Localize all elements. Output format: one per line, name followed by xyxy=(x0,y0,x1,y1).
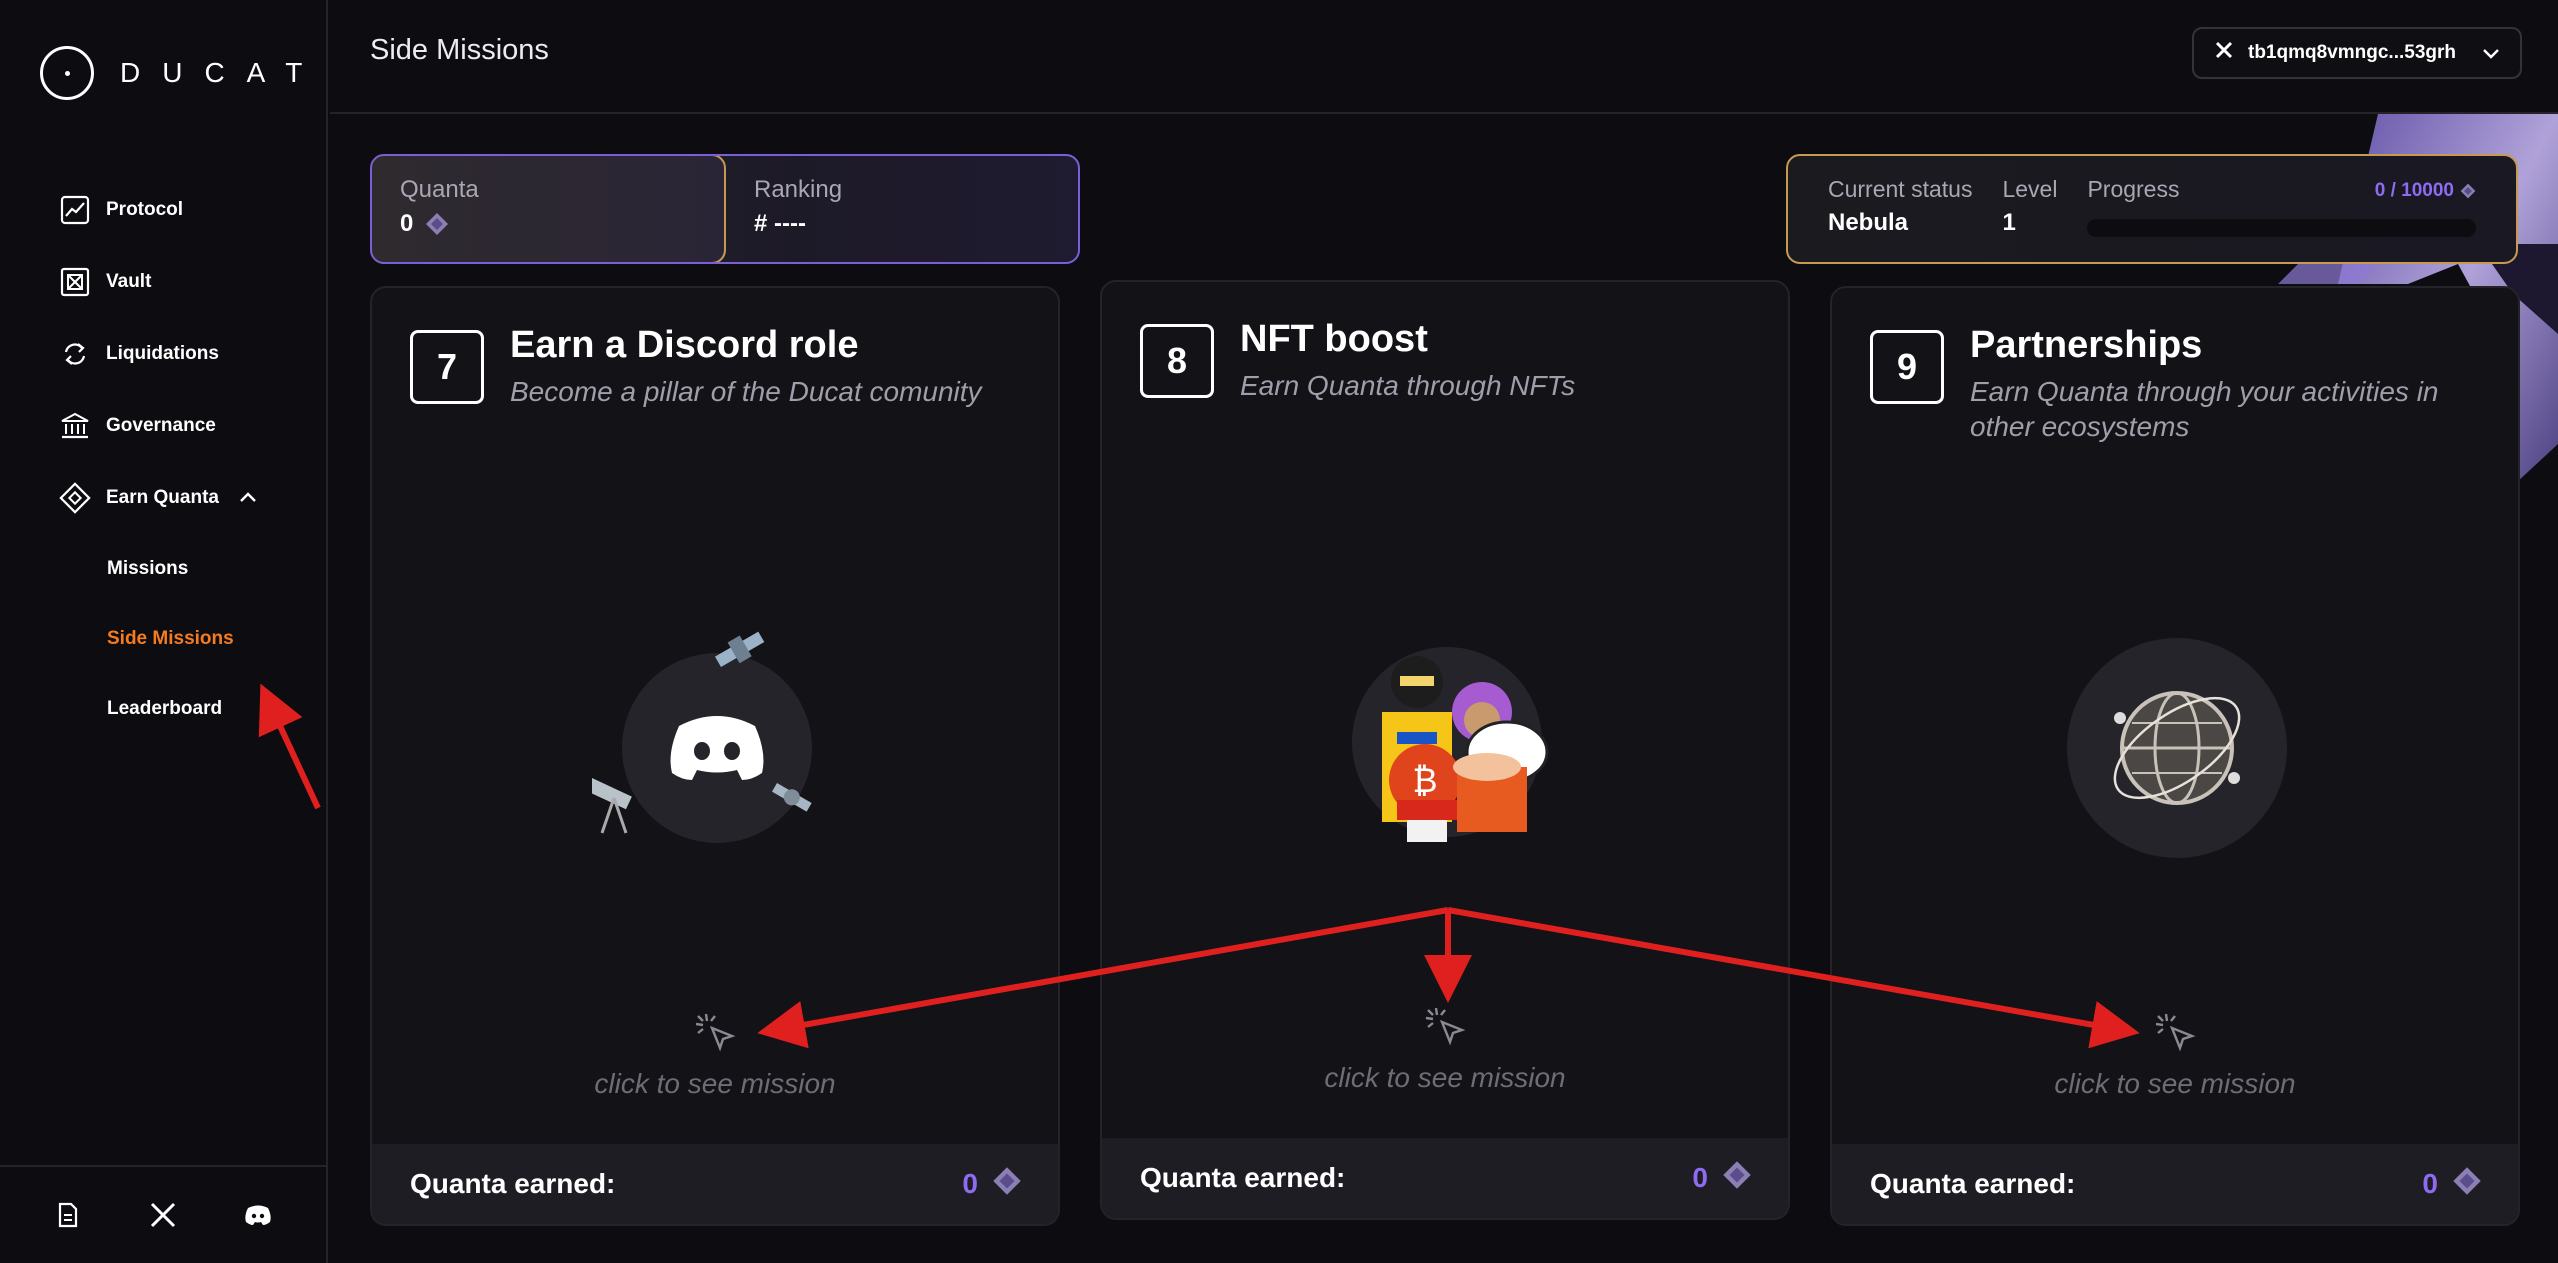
earn-quanta-subnav: Missions Side Missions Leaderboard xyxy=(107,558,234,768)
quanta-value-text: 0 xyxy=(400,210,414,237)
sidebar-item-label: Liquidations xyxy=(106,343,219,364)
pointer-click-icon xyxy=(2152,1008,2200,1056)
progress-count-text: 0 / 10000 xyxy=(2374,180,2454,201)
refresh-icon xyxy=(58,337,92,371)
chevron-up-icon[interactable] xyxy=(239,487,257,509)
see-mission-cta[interactable]: click to see mission xyxy=(372,1068,1058,1100)
chevron-down-icon xyxy=(2482,43,2500,65)
mission-card-nft-boost[interactable]: 8 NFT boost Earn Quanta through NFTs ₿ c… xyxy=(1100,280,1790,1220)
sidebar-item-liquidations[interactable]: Liquidations xyxy=(58,336,257,372)
quanta-gem-icon xyxy=(425,212,449,236)
diamond-icon xyxy=(58,481,92,515)
quanta-earned-footer: Quanta earned: 0 xyxy=(1102,1138,1788,1218)
sidebar-item-label: Governance xyxy=(106,415,216,436)
sidebar-subitem-missions[interactable]: Missions xyxy=(107,558,234,594)
level-label: Level xyxy=(2002,176,2058,202)
progress: Progress 0 / 10000 xyxy=(2087,176,2476,242)
quanta-earned-number: 0 xyxy=(1692,1162,1708,1193)
mission-subtitle: Earn Quanta through NFTs xyxy=(1240,370,1576,401)
quanta-gem-icon xyxy=(1722,1160,1752,1197)
mission-card-partnerships[interactable]: 9 Partnerships Earn Quanta through your … xyxy=(1830,286,2520,1226)
chart-line-icon xyxy=(58,193,92,227)
mission-title: Earn a Discord role xyxy=(510,324,859,366)
document-icon[interactable] xyxy=(50,1197,86,1233)
sidebar-item-governance[interactable]: Governance xyxy=(58,408,257,444)
progress-count: 0 / 10000 xyxy=(2375,180,2476,202)
mission-number: 7 xyxy=(410,330,484,404)
progress-gem-icon xyxy=(2460,183,2476,199)
pointer-click-icon xyxy=(692,1008,740,1056)
main-nav: Protocol Vault Liquidations Governance E… xyxy=(58,192,257,552)
status-label: Current status xyxy=(1828,176,1973,202)
sidebar-item-label: Earn Quanta xyxy=(106,487,219,508)
mission-subtitle: Become a pillar of the Ducat comunity xyxy=(510,376,982,407)
vault-icon xyxy=(58,265,92,299)
mission-card-discord-role[interactable]: 7 Earn a Discord role Become a pillar of… xyxy=(370,286,1060,1226)
wallet-address: tb1qmq8vmngc...53grh xyxy=(2248,42,2456,63)
see-mission-cta[interactable]: click to see mission xyxy=(1832,1068,2518,1100)
current-status: Current status Nebula xyxy=(1828,176,1972,242)
quanta-earned-number: 0 xyxy=(2422,1168,2438,1199)
svg-text:₿: ₿ xyxy=(1412,761,1437,801)
mission-number: 9 xyxy=(1870,330,1944,404)
bank-icon xyxy=(58,409,92,443)
mission-title: Partnerships xyxy=(1970,324,2203,366)
quanta-earned-label: Quanta earned: xyxy=(1870,1168,2076,1199)
mission-number: 8 xyxy=(1140,324,1214,398)
sidebar-item-label: Vault xyxy=(106,271,152,292)
status-value: Nebula xyxy=(1828,209,1909,236)
ranking-label: Ranking xyxy=(754,176,843,203)
quanta-earned-value: 0 xyxy=(2422,1166,2482,1203)
discord-mission-illustration xyxy=(586,608,842,858)
pointer-click-icon xyxy=(1422,1002,1470,1050)
partnerships-globe-illustration xyxy=(2052,608,2302,858)
level-value: 1 xyxy=(2002,209,2016,236)
ducat-logo[interactable]: DUCAT xyxy=(40,46,324,100)
sidebar-subitem-side-missions[interactable]: Side Missions xyxy=(107,628,234,664)
wallet-x-icon xyxy=(2214,40,2234,66)
logo-text: DUCAT xyxy=(120,57,325,88)
page-title: Side Missions xyxy=(370,34,549,66)
ranking-stat: Ranking # ---- xyxy=(726,156,1078,262)
status-panel: Current status Nebula Level 1 Progress 0… xyxy=(1786,154,2518,264)
quanta-label: Quanta xyxy=(400,176,479,203)
quanta-gem-icon xyxy=(2452,1166,2482,1203)
level: Level 1 xyxy=(2002,176,2057,242)
sidebar-item-earn-quanta[interactable]: Earn Quanta xyxy=(58,480,257,516)
top-header: Side Missions tb1qmq8vmngc...53grh xyxy=(330,0,2558,114)
mission-subtitle: Earn Quanta through your activities in o… xyxy=(1970,376,2439,442)
wallet-dropdown[interactable]: tb1qmq8vmngc...53grh xyxy=(2192,27,2522,79)
quanta-earned-footer: Quanta earned: 0 xyxy=(372,1144,1058,1224)
quanta-earned-number: 0 xyxy=(962,1168,978,1199)
sidebar-subitem-leaderboard[interactable]: Leaderboard xyxy=(107,698,234,734)
sidebar-item-protocol[interactable]: Protocol xyxy=(58,192,257,228)
discord-icon[interactable] xyxy=(240,1197,276,1233)
nft-collage-illustration: ₿ xyxy=(1322,602,1572,852)
quanta-earned-value: 0 xyxy=(1692,1160,1752,1197)
quanta-earned-footer: Quanta earned: 0 xyxy=(1832,1144,2518,1224)
ranking-value: # ---- xyxy=(754,210,806,237)
sidebar-item-vault[interactable]: Vault xyxy=(58,264,257,300)
sidebar-footer xyxy=(0,1165,326,1263)
see-mission-cta[interactable]: click to see mission xyxy=(1102,1062,1788,1094)
quanta-ranking-panel: Quanta 0 Ranking # ---- xyxy=(370,154,1080,264)
ducat-logo-icon xyxy=(40,46,94,100)
x-icon[interactable] xyxy=(145,1197,181,1233)
quanta-earned-label: Quanta earned: xyxy=(1140,1162,1346,1193)
sidebar: DUCAT Protocol Vault Liquidations Govern… xyxy=(0,0,328,1263)
quanta-earned-value: 0 xyxy=(962,1166,1022,1203)
mission-title: NFT boost xyxy=(1240,318,1428,360)
quanta-stat: Quanta 0 xyxy=(372,156,726,262)
quanta-earned-label: Quanta earned: xyxy=(410,1168,616,1199)
sidebar-item-label: Protocol xyxy=(106,199,184,220)
progress-bar xyxy=(2087,219,2476,237)
quanta-gem-icon xyxy=(992,1166,1022,1203)
quanta-value: 0 xyxy=(400,210,696,238)
